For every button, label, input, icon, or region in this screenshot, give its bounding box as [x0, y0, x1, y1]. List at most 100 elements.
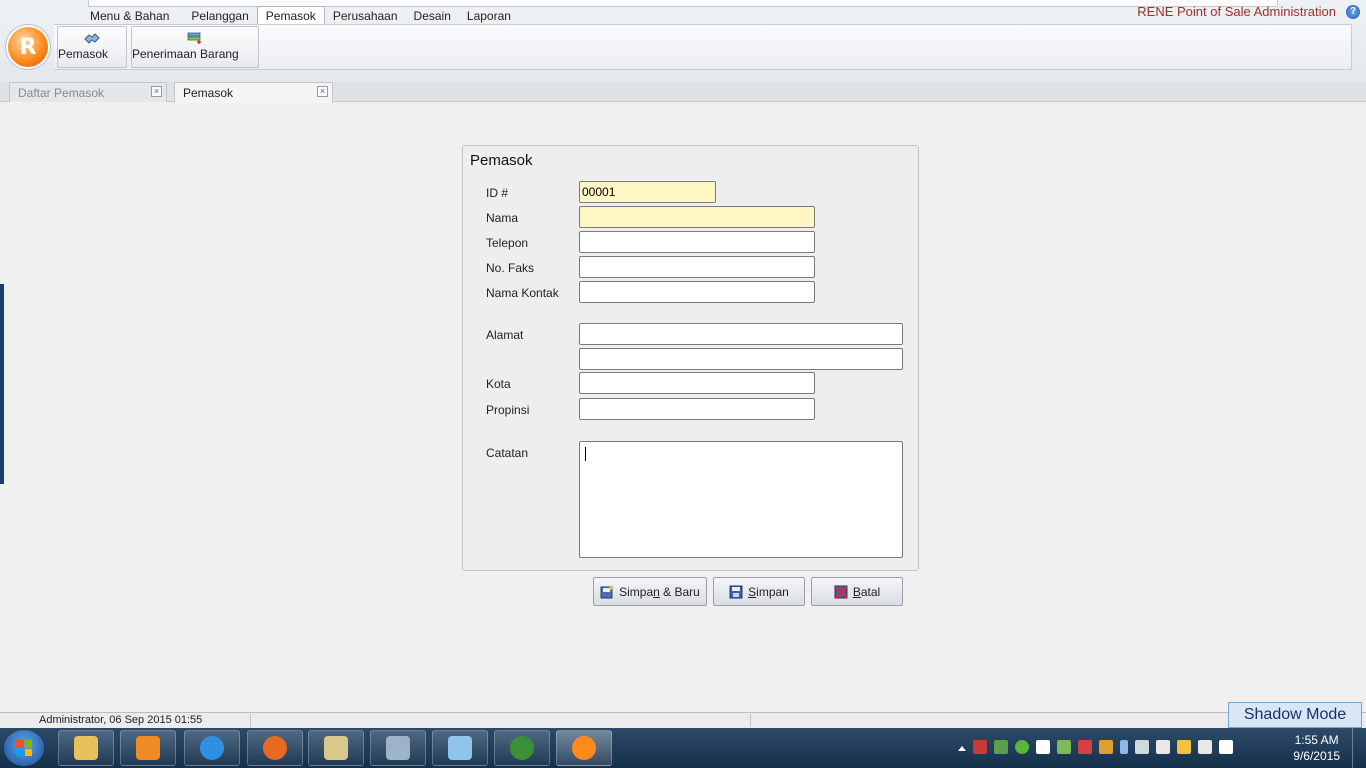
receive-goods-icon — [187, 32, 201, 44]
save-and-new-label: Simpan & Baru — [619, 584, 700, 599]
taskbar-globe-app[interactable] — [494, 730, 550, 766]
notepad-edit-icon — [324, 736, 348, 760]
telepon-field[interactable] — [579, 231, 815, 253]
tray-update-icon[interactable] — [1057, 740, 1071, 754]
kota-field[interactable] — [579, 372, 815, 394]
ribbon-tab-perusahaan[interactable]: Perusahaan — [325, 7, 406, 25]
catatan-label: Catatan — [486, 446, 529, 460]
tray-expand-icon[interactable] — [958, 743, 966, 751]
save-and-new-button[interactable]: Simpan & Baru — [593, 577, 707, 606]
status-divider — [750, 714, 751, 727]
app-orb-button[interactable]: R — [8, 27, 48, 67]
show-desktop-button[interactable] — [1352, 728, 1366, 768]
start-button[interactable] — [4, 730, 44, 766]
taskbar-rene-pos[interactable] — [556, 730, 612, 766]
text-caret — [585, 447, 586, 461]
clock-time: 1:55 AM — [1294, 733, 1339, 747]
tab-pemasok[interactable]: Pemasok × — [174, 82, 333, 103]
system-tray — [958, 740, 1233, 754]
app-title: RENE Point of Sale Administration — [1137, 4, 1336, 19]
tray-monitor-icon[interactable] — [1135, 740, 1149, 754]
help-icon[interactable]: ? — [1346, 5, 1360, 19]
volume-icon[interactable] — [1198, 740, 1212, 754]
floppy-icon — [729, 585, 743, 598]
save-label: Simpan — [748, 584, 789, 599]
catatan-textarea[interactable] — [579, 441, 903, 558]
save-button[interactable]: Simpan — [713, 577, 805, 606]
tab-label: Daftar Pemasok — [18, 86, 105, 100]
tray-network-x-icon[interactable] — [973, 740, 987, 754]
nama-field[interactable] — [579, 206, 815, 228]
taskbar-sticky-app[interactable] — [432, 730, 488, 766]
ribbon-button-penerimaan-barang[interactable]: Penerimaan Barang — [131, 26, 259, 68]
nama-label: Nama — [486, 211, 519, 225]
ribbon-tab-pelanggan[interactable]: Pelanggan — [183, 7, 256, 25]
kota-label: Kota — [486, 377, 511, 391]
rene-pos-icon — [572, 736, 596, 760]
media-player-icon — [136, 736, 160, 760]
cancel-icon — [834, 585, 848, 599]
faks-label: No. Faks — [486, 261, 535, 275]
id-field[interactable] — [579, 181, 716, 203]
taskbar-media-player[interactable] — [120, 730, 176, 766]
tray-printer-icon[interactable] — [1156, 740, 1170, 754]
status-user-datetime: Administrator, 06 Sep 2015 01:55 — [39, 714, 203, 726]
propinsi-field[interactable] — [579, 398, 815, 420]
taskbar-file-explorer[interactable] — [58, 730, 114, 766]
internet-explorer-icon — [200, 736, 224, 760]
alamat-field-2[interactable] — [579, 348, 903, 370]
tray-bluetooth-icon[interactable] — [1120, 740, 1128, 754]
faks-field[interactable] — [579, 256, 815, 278]
tray-power-icon[interactable] — [1177, 740, 1191, 754]
taskbar-notepad[interactable] — [308, 730, 364, 766]
ribbon-tab-menu-bahan[interactable]: Menu & Bahan — [82, 7, 177, 25]
close-icon[interactable]: × — [317, 86, 328, 97]
id-label: ID # — [486, 186, 509, 200]
cancel-label: Batal — [852, 584, 881, 599]
taskbar-firefox[interactable] — [247, 730, 303, 766]
document-tabs: Daftar Pemasok × Pemasok × — [0, 82, 1366, 103]
clock-date: 9/6/2015 — [1293, 749, 1340, 763]
windows-logo-icon — [16, 740, 32, 756]
alamat-label: Alamat — [486, 328, 524, 342]
taskbar-internet-explorer[interactable] — [184, 730, 240, 766]
tray-sync-icon[interactable] — [994, 740, 1008, 754]
tray-check-icon[interactable] — [1036, 740, 1050, 754]
windows-taskbar: 1:55 AM 9/6/2015 — [0, 728, 1366, 768]
form-title: Pemasok — [470, 152, 533, 169]
telepon-label: Telepon — [486, 236, 529, 250]
save-new-icon — [600, 584, 615, 598]
sticky-app-icon — [448, 736, 472, 760]
globe-icon — [510, 736, 534, 760]
tray-green-circle-icon[interactable] — [1015, 740, 1029, 754]
ribbon-tabs: Menu & Bahan Pelanggan Pemasok Perusahaa… — [82, 6, 519, 25]
ribbon-button-label: Pemasok — [58, 47, 109, 61]
alamat-field-1[interactable] — [579, 323, 903, 345]
supplier-icon — [84, 33, 100, 44]
nama-kontak-field[interactable] — [579, 281, 815, 303]
tray-skype-icon[interactable] — [1219, 740, 1233, 754]
ribbon-tab-laporan[interactable]: Laporan — [459, 7, 519, 25]
ribbon-tab-desain[interactable]: Desain — [406, 7, 459, 25]
status-bar: Administrator, 06 Sep 2015 01:55 — [0, 712, 1366, 728]
shadow-mode-badge[interactable]: Shadow Mode — [1228, 702, 1362, 728]
nama-kontak-label: Nama Kontak — [486, 286, 559, 300]
tab-label: Pemasok — [183, 86, 234, 100]
file-explorer-icon — [74, 736, 98, 760]
cancel-button[interactable]: Batal — [811, 577, 903, 606]
tab-daftar-pemasok[interactable]: Daftar Pemasok × — [9, 82, 167, 102]
status-divider — [250, 714, 251, 727]
taskbar-clock[interactable]: 1:55 AM 9/6/2015 — [1293, 732, 1340, 764]
taskbar-window-app[interactable] — [370, 730, 426, 766]
side-marker — [0, 284, 4, 484]
firefox-icon — [263, 736, 287, 760]
tray-shield-icon[interactable] — [1078, 740, 1092, 754]
tray-audio-app-icon[interactable] — [1099, 740, 1113, 754]
ribbon-tab-pemasok[interactable]: Pemasok — [256, 6, 325, 25]
propinsi-label: Propinsi — [486, 403, 530, 417]
window-app-icon — [386, 736, 410, 760]
ribbon-button-label: Penerimaan Barang — [132, 47, 239, 61]
close-icon[interactable]: × — [151, 86, 162, 97]
ribbon-button-pemasok[interactable]: Pemasok — [57, 26, 127, 68]
app-orb-letter: R — [19, 34, 37, 60]
